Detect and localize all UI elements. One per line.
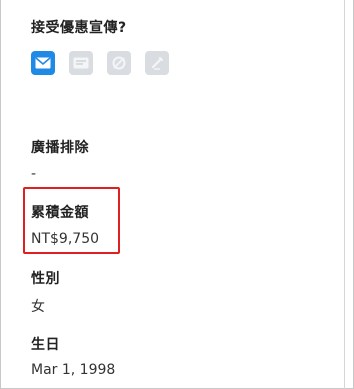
- sms-icon: [69, 51, 93, 75]
- birthday-value: Mar 1, 1998: [31, 362, 116, 378]
- birthday-label: 生日: [31, 337, 60, 353]
- highlight-box: [23, 187, 120, 254]
- scrollbar-track[interactable]: [344, 0, 345, 389]
- gender-label: 性別: [31, 271, 60, 287]
- broadcast-exclusion-label: 廣播排除: [31, 140, 89, 156]
- marketing-consent-label: 接受優惠宣傳?: [31, 20, 127, 36]
- broadcast-exclusion-value: -: [31, 166, 37, 182]
- phone-icon: [107, 51, 131, 75]
- gender-value: 女: [31, 299, 45, 315]
- app-push-icon: [145, 51, 169, 75]
- email-icon: [31, 51, 55, 75]
